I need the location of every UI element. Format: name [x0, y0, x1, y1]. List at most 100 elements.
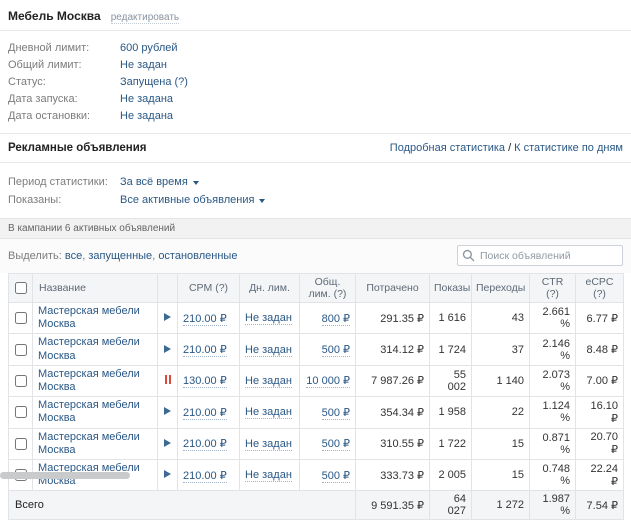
row-checkbox[interactable] — [15, 406, 27, 418]
stop-date-value[interactable]: Не задана — [120, 110, 173, 122]
select-all-header-cell — [9, 274, 33, 303]
ad-impressions-cell: 1 724 — [430, 334, 472, 365]
row-checkbox-cell — [9, 365, 33, 396]
detail-label: Общий лимит: — [8, 59, 120, 71]
column-header-ecpc[interactable]: eCPC (?) — [576, 274, 624, 303]
total-limit-link[interactable]: 10 000 ₽ — [306, 375, 350, 388]
total-limit-link[interactable]: 500 ₽ — [322, 344, 350, 357]
day-limit-link[interactable]: Не задан — [245, 438, 292, 451]
stats-by-days-link[interactable]: К статистике по дням — [514, 142, 623, 154]
campaign-info-bar: В кампании 6 активных объявлений — [0, 218, 631, 239]
ad-ctr-cell: 0.748 % — [530, 459, 576, 490]
detail-row-status: Статус: Запущена (?) — [8, 73, 623, 90]
edit-campaign-link[interactable]: редактировать — [111, 12, 179, 24]
ad-clicks-cell: 37 — [472, 334, 530, 365]
select-label: Выделить: — [8, 250, 62, 262]
ad-ctr-cell: 1.124 % — [530, 397, 576, 428]
total-limit-link[interactable]: 800 ₽ — [322, 313, 350, 326]
ad-state-cell — [158, 397, 178, 428]
ad-spent-cell: 291.35 ₽ — [356, 303, 430, 334]
filter-row-shown: Показаны: Все активные объявления — [8, 191, 623, 209]
cpm-link[interactable]: 210.00 ₽ — [183, 313, 227, 326]
total-spent: 9 591.35 ₽ — [356, 491, 430, 520]
ad-cpm-cell: 210.00 ₽ — [178, 459, 240, 490]
page-title: Мебель Москва — [8, 9, 101, 23]
detail-row-start-date: Дата запуска: Не задана — [8, 90, 623, 107]
detail-label: Дата запуска: — [8, 93, 120, 105]
column-header-clicks[interactable]: Переходы — [472, 274, 530, 303]
row-checkbox-cell — [9, 397, 33, 428]
column-header-total-limit[interactable]: Общ. лим. (?) — [300, 274, 356, 303]
period-dropdown[interactable]: За всё время — [120, 176, 199, 188]
table-row: Мастерская мебели Москва 210.00 ₽ Не зад… — [9, 334, 624, 365]
cpm-link[interactable]: 210.00 ₽ — [183, 438, 227, 451]
ad-ctr-cell: 0.871 % — [530, 428, 576, 459]
detailed-stats-link[interactable]: Подробная статистика — [390, 142, 505, 154]
table-row: Мастерская мебели Москва 210.00 ₽ Не зад… — [9, 303, 624, 334]
row-checkbox[interactable] — [15, 375, 27, 387]
ad-total-limit-cell: 500 ₽ — [300, 459, 356, 490]
select-stopped-link[interactable]: остановленные — [158, 250, 237, 262]
ad-name-link[interactable]: Мастерская мебели Москва — [38, 336, 152, 362]
ad-clicks-cell: 1 140 — [472, 365, 530, 396]
detail-label: Дата остановки: — [8, 110, 120, 122]
total-limit-link[interactable]: 500 ₽ — [322, 438, 350, 451]
ad-cpm-cell: 210.00 ₽ — [178, 334, 240, 365]
day-limit-link[interactable]: Не задан — [245, 312, 292, 325]
column-header-state — [158, 274, 178, 303]
ad-ctr-cell: 2.073 % — [530, 365, 576, 396]
select-all-checkbox[interactable] — [15, 282, 27, 294]
row-checkbox[interactable] — [15, 312, 27, 324]
cpm-link[interactable]: 130.00 ₽ — [183, 375, 227, 388]
search-input[interactable] — [457, 245, 623, 266]
ad-name-cell: Мастерская мебели Москва — [33, 428, 158, 459]
total-limit-value[interactable]: Не задан — [120, 59, 167, 71]
ad-name-link[interactable]: Мастерская мебели Москва — [38, 399, 152, 425]
status-value[interactable]: Запущена (?) — [120, 76, 188, 88]
ad-name-link[interactable]: Мастерская мебели Москва — [38, 305, 152, 331]
total-row: Всего 9 591.35 ₽ 64 027 1 272 1.987 % 7.… — [9, 491, 624, 520]
ads-section-title: Рекламные объявления — [8, 142, 147, 154]
column-header-ctr[interactable]: CTR (?) — [530, 274, 576, 303]
play-icon[interactable] — [164, 470, 171, 478]
day-limit-link[interactable]: Не задан — [245, 344, 292, 357]
play-icon[interactable] — [164, 313, 171, 321]
ad-cpm-cell: 130.00 ₽ — [178, 365, 240, 396]
ad-name-link[interactable]: Мастерская мебели Москва — [38, 431, 152, 457]
ad-spent-cell: 354.34 ₽ — [356, 397, 430, 428]
ad-day-limit-cell: Не задан — [240, 459, 300, 490]
filter-label: Период статистики: — [8, 176, 120, 188]
play-icon[interactable] — [164, 439, 171, 447]
horizontal-scrollbar-thumb[interactable] — [0, 472, 130, 479]
cpm-link[interactable]: 210.00 ₽ — [183, 470, 227, 483]
day-limit-link[interactable]: Не задан — [245, 375, 292, 388]
select-all-link[interactable]: все — [65, 250, 88, 262]
pause-icon[interactable] — [165, 375, 167, 384]
ad-spent-cell: 314.12 ₽ — [356, 334, 430, 365]
ad-impressions-cell: 1 722 — [430, 428, 472, 459]
cpm-link[interactable]: 210.00 ₽ — [183, 344, 227, 357]
start-date-value[interactable]: Не задана — [120, 93, 173, 105]
select-links: Выделить: всезапущенныеостановленные — [8, 250, 237, 262]
ads-section-header: Рекламные объявления Подробная статистик… — [0, 134, 631, 163]
column-header-spent[interactable]: Потрачено — [356, 274, 430, 303]
row-checkbox[interactable] — [15, 438, 27, 450]
play-icon[interactable] — [164, 407, 171, 415]
cpm-link[interactable]: 210.00 ₽ — [183, 407, 227, 420]
column-header-impressions[interactable]: Показы — [430, 274, 472, 303]
total-limit-link[interactable]: 500 ₽ — [322, 407, 350, 420]
ad-ctr-cell: 2.146 % — [530, 334, 576, 365]
day-limit-value[interactable]: 600 рублей — [120, 42, 178, 54]
select-running-link[interactable]: запущенные — [88, 250, 158, 262]
ad-total-limit-cell: 500 ₽ — [300, 334, 356, 365]
ads-table-body: Мастерская мебели Москва 210.00 ₽ Не зад… — [9, 303, 624, 491]
day-limit-link[interactable]: Не задан — [245, 469, 292, 482]
play-icon[interactable] — [164, 345, 171, 353]
total-limit-link[interactable]: 500 ₽ — [322, 470, 350, 483]
row-checkbox[interactable] — [15, 344, 27, 356]
ad-ecpc-cell: 7.00 ₽ — [576, 365, 624, 396]
day-limit-link[interactable]: Не задан — [245, 406, 292, 419]
ad-name-link[interactable]: Мастерская мебели Москва — [38, 368, 152, 394]
shown-ads-dropdown[interactable]: Все активные объявления — [120, 194, 265, 206]
column-header-cpm[interactable]: CPM (?) — [178, 274, 240, 303]
